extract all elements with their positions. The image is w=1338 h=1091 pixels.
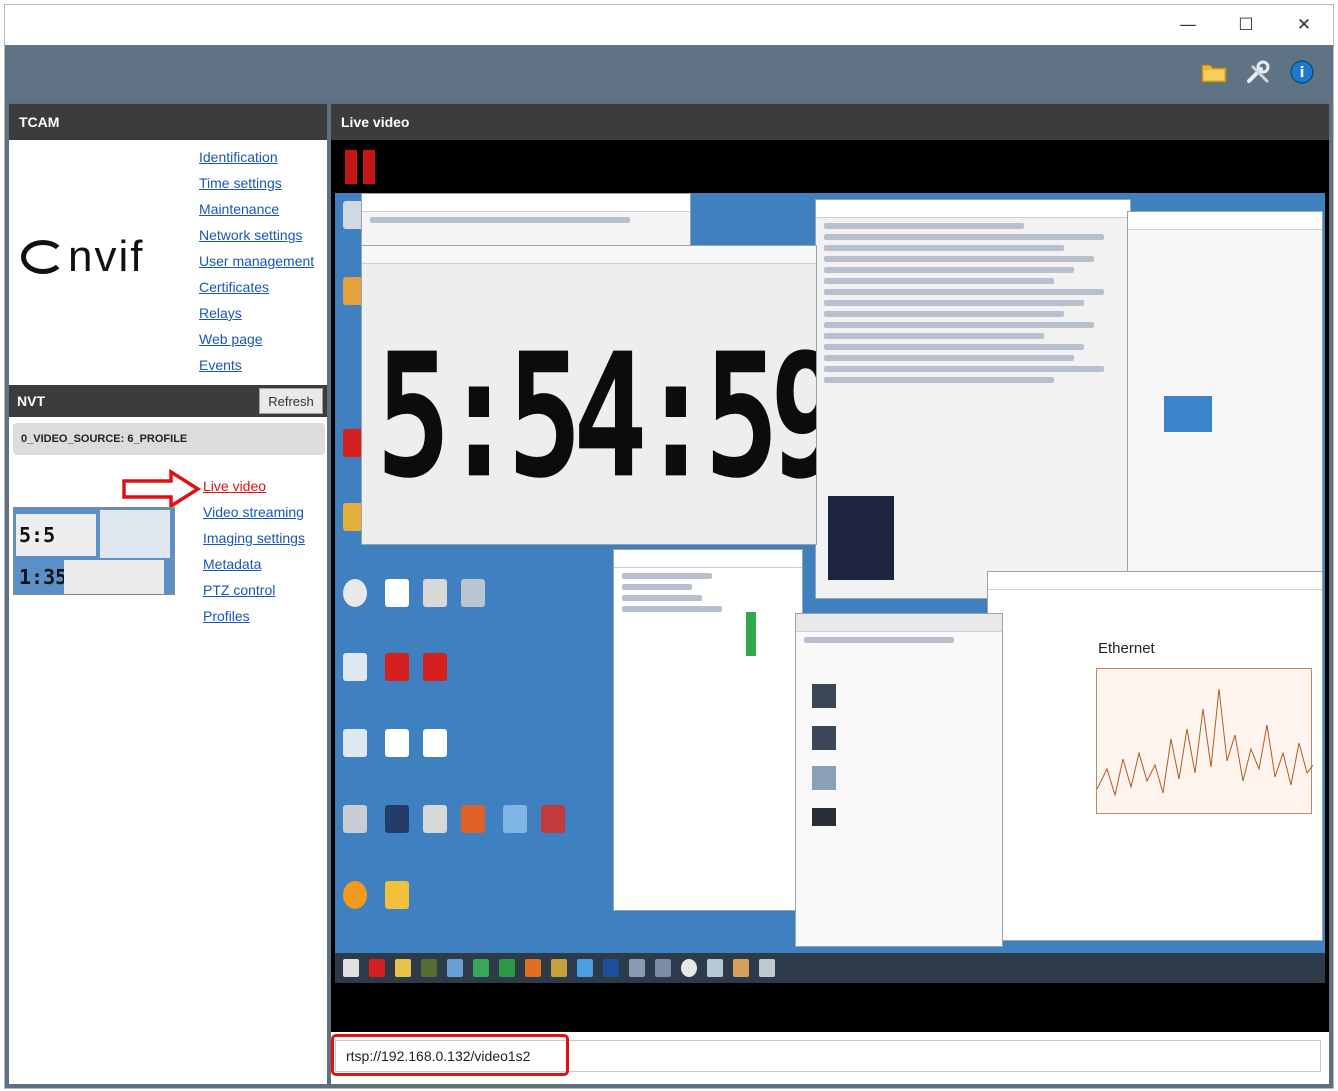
- link-time-settings[interactable]: Time settings: [199, 175, 282, 191]
- desktop-icon: [385, 579, 409, 607]
- link-imaging-settings[interactable]: Imaging settings: [203, 530, 305, 546]
- desktop-icon: [461, 579, 485, 607]
- link-identification[interactable]: Identification: [199, 149, 278, 165]
- clock-display: 5:54:59. 18: [376, 318, 816, 544]
- desktop-icon: [423, 579, 447, 607]
- tools-icon[interactable]: [1245, 59, 1271, 85]
- onvif-logo-text: nvif: [68, 232, 145, 281]
- video-thumbnail[interactable]: 5:5 1:35. 11: [13, 507, 175, 595]
- desktop-icon: [343, 579, 367, 607]
- stream-url-field[interactable]: [335, 1040, 1321, 1072]
- link-relays[interactable]: Relays: [199, 305, 242, 321]
- desktop-window: [1127, 211, 1323, 591]
- close-button[interactable]: ✕: [1281, 11, 1327, 39]
- live-video-header: Live video: [331, 104, 1329, 140]
- desktop-icon: [343, 729, 367, 757]
- desktop-icon: [423, 653, 447, 681]
- info-icon[interactable]: i: [1289, 59, 1315, 85]
- thumbnail-clock: 5:5 1:35. 11: [16, 514, 96, 589]
- maximize-button[interactable]: ☐: [1223, 11, 1269, 39]
- tcam-links: Identification Time settings Maintenance…: [199, 146, 314, 380]
- refresh-button[interactable]: Refresh: [259, 388, 323, 414]
- link-live-video[interactable]: Live video: [203, 478, 266, 494]
- desktop-icon: [503, 805, 527, 833]
- svg-text:i: i: [1300, 65, 1305, 81]
- tcam-section: nvif Identification Time settings Mainte…: [9, 140, 327, 385]
- desktop-icon: [423, 805, 447, 833]
- clock-window: 5:54:59. 18: [361, 245, 817, 545]
- app-toolbar: i: [5, 45, 1333, 100]
- link-ptz-control[interactable]: PTZ control: [203, 582, 275, 598]
- desktop-taskbar: [335, 953, 1325, 983]
- thumbnail-window: [100, 510, 170, 558]
- folder-icon[interactable]: [1201, 59, 1227, 85]
- desktop-icon: [461, 805, 485, 833]
- link-maintenance[interactable]: Maintenance: [199, 201, 279, 217]
- tcam-header: TCAM: [9, 104, 327, 140]
- desktop-icon: [385, 881, 409, 909]
- task-manager-label: Ethernet: [1098, 640, 1155, 657]
- onvif-logo: nvif: [21, 232, 144, 282]
- desktop-icon: [423, 729, 447, 757]
- video-frame: Ethernet 5:54:5: [335, 193, 1325, 983]
- link-certificates[interactable]: Certificates: [199, 279, 269, 295]
- pause-icon[interactable]: [345, 150, 377, 184]
- nvt-links: Live video Video streaming Imaging setti…: [203, 475, 305, 631]
- live-video-panel: Live video Ethernet 5:54:5 rtsp://192.16…: [331, 104, 1329, 1084]
- nvt-section: 5:5 1:35. 11 Live video Video streaming …: [9, 455, 327, 1055]
- link-metadata[interactable]: Metadata: [203, 556, 261, 572]
- desktop-icon: [385, 729, 409, 757]
- video-player[interactable]: Ethernet 5:54:5: [331, 140, 1329, 1032]
- desktop-window: [815, 199, 1131, 599]
- workspace: TCAM nvif Identification Time settings M…: [5, 100, 1333, 1088]
- desktop-window: Ethernet: [987, 571, 1323, 941]
- link-profiles[interactable]: Profiles: [203, 608, 250, 624]
- link-network-settings[interactable]: Network settings: [199, 227, 302, 243]
- thumbnail-window: [64, 560, 164, 594]
- stream-url-row: [331, 1034, 1329, 1080]
- desktop-icon: [343, 805, 367, 833]
- minimize-button[interactable]: —: [1165, 11, 1211, 39]
- desktop-icon: [385, 653, 409, 681]
- desktop-icon: [343, 881, 367, 909]
- desktop-icon: [541, 805, 565, 833]
- desktop-icon: [343, 653, 367, 681]
- link-user-management[interactable]: User management: [199, 253, 314, 269]
- desktop-icon: [385, 805, 409, 833]
- link-web-page[interactable]: Web page: [199, 331, 263, 347]
- left-panel: TCAM nvif Identification Time settings M…: [9, 104, 327, 1084]
- link-events[interactable]: Events: [199, 357, 242, 373]
- nvt-header-label: NVT: [17, 393, 45, 409]
- profile-selector[interactable]: 0_VIDEO_SOURCE: 6_PROFILE: [13, 423, 325, 455]
- desktop-window: [795, 613, 1003, 947]
- desktop-window: [361, 193, 691, 253]
- nvt-header: NVT Refresh: [9, 385, 327, 417]
- title-bar: — ☐ ✕: [5, 5, 1333, 45]
- arrow-right-icon: [122, 469, 201, 509]
- desktop-window: [613, 549, 803, 911]
- app-window: — ☐ ✕ i TCAM nvif Identification Time se…: [4, 4, 1334, 1089]
- link-video-streaming[interactable]: Video streaming: [203, 504, 304, 520]
